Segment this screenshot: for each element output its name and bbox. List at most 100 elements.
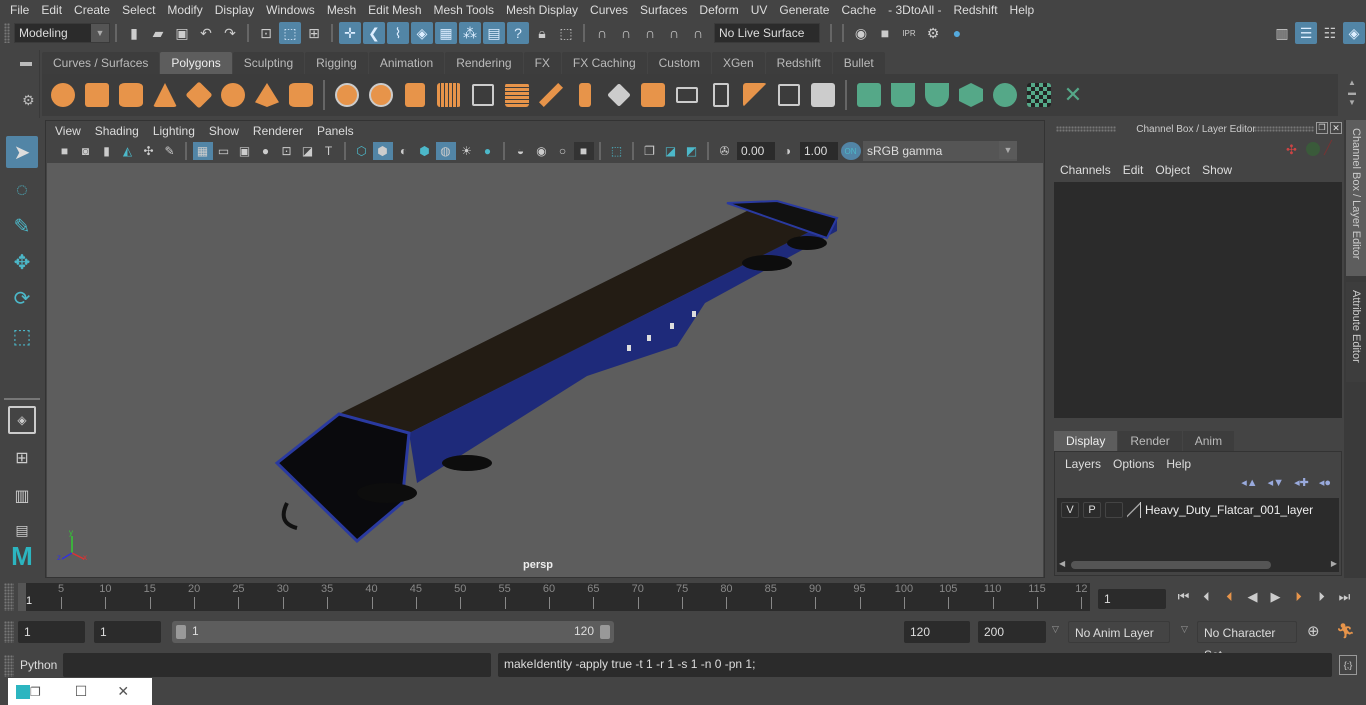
menu-windows[interactable]: Windows — [260, 0, 321, 20]
multisample-aa-icon[interactable]: ○ — [553, 142, 573, 160]
menu-redshift[interactable]: Redshift — [948, 0, 1004, 20]
redo-icon[interactable]: ↷ — [219, 22, 241, 44]
grid-icon[interactable]: ▦ — [192, 142, 213, 160]
current-frame-field[interactable]: 1 — [1098, 589, 1166, 609]
camera-attributes-icon[interactable]: ◙ — [76, 142, 96, 160]
four-view-layout-icon[interactable]: ⊞ — [6, 442, 38, 474]
3d-viewport[interactable]: y x z persp — [47, 163, 1043, 577]
close-icon[interactable]: ✕ — [1330, 122, 1342, 134]
menu-mesh-tools[interactable]: Mesh Tools — [428, 0, 500, 20]
poly-torus-icon[interactable] — [216, 78, 250, 112]
uv-cylindrical-icon[interactable] — [886, 78, 920, 112]
menu-help[interactable]: Help — [1004, 0, 1041, 20]
color-space-dropdown[interactable]: sRGB gamma ▼ — [863, 141, 1017, 161]
gear-icon[interactable]: ⚙ — [22, 92, 35, 109]
character-set-dropdown[interactable]: No Character Set — [1197, 621, 1297, 662]
tool-settings-icon[interactable]: ☷ — [1319, 22, 1341, 44]
menu-generate[interactable]: Generate — [773, 0, 835, 20]
drag-handle[interactable] — [4, 621, 14, 643]
open-scene-icon[interactable]: ▰ — [147, 22, 169, 44]
uv-unfold-icon[interactable] — [988, 78, 1022, 112]
channel-menu-show[interactable]: Show — [1196, 160, 1238, 180]
shelf-tab-bullet[interactable]: Bullet — [832, 52, 885, 74]
rotate-tool-icon[interactable]: ⟳ — [6, 282, 38, 314]
grease-pencil-icon[interactable]: ✎ — [160, 142, 180, 160]
poly-pipe-icon[interactable] — [284, 78, 318, 112]
boolean-icon[interactable] — [466, 78, 500, 112]
scroll-right-icon[interactable]: ▶ — [1331, 559, 1337, 568]
manipulator-toggle-icon[interactable] — [1306, 142, 1320, 156]
speed-icon[interactable]: ╱ — [1324, 140, 1332, 156]
image-plane-icon[interactable]: ◭ — [118, 142, 138, 160]
menu-modify[interactable]: Modify — [161, 0, 208, 20]
2d-pan-zoom-icon[interactable]: ✣ — [139, 142, 159, 160]
menu-mesh[interactable]: Mesh — [321, 0, 362, 20]
shelf-tab-custom[interactable]: Custom — [647, 52, 711, 74]
mirror-icon[interactable] — [398, 78, 432, 112]
depth-of-field-icon[interactable]: ■ — [573, 142, 594, 160]
menu-deform[interactable]: Deform — [693, 0, 744, 20]
persp-outliner-layout-icon[interactable]: ▥ — [6, 480, 38, 512]
target-weld-icon[interactable] — [806, 78, 840, 112]
poly-pyramid-icon[interactable] — [250, 78, 284, 112]
layer-menu-help[interactable]: Help — [1160, 454, 1197, 474]
magnet-curve-icon[interactable]: ∩ — [615, 22, 637, 44]
new-layer-icon[interactable]: ◂✚ — [1294, 476, 1309, 489]
remesh-icon[interactable] — [500, 78, 534, 112]
screen-space-ao-icon[interactable]: ◒ — [511, 142, 531, 160]
menu-cache[interactable]: Cache — [835, 0, 882, 20]
minimized-window[interactable]: ❐ ☐ ✕ — [8, 678, 152, 705]
step-back-frame-icon[interactable]: ⏴ — [1195, 587, 1218, 607]
lock-icon[interactable]: 🔒︎ — [531, 22, 553, 44]
layer-display-type-toggle[interactable] — [1105, 502, 1123, 518]
shelf-scroll-arrows[interactable]: ▲ ▬ ▼ — [1348, 78, 1356, 108]
maximize-icon[interactable]: ☐ — [75, 683, 88, 700]
modeling-toolkit-icon[interactable]: ▥ — [1271, 22, 1293, 44]
drag-handle[interactable] — [1254, 126, 1314, 132]
menu-create[interactable]: Create — [68, 0, 116, 20]
new-scene-icon[interactable]: ▮ — [123, 22, 145, 44]
paint-select-icon[interactable]: ✎ — [6, 210, 38, 242]
step-forward-key-icon[interactable]: ⏵ — [1287, 587, 1310, 607]
shelf-tab-polygons[interactable]: Polygons — [160, 52, 232, 74]
camera-icon[interactable]: ■ — [55, 142, 75, 160]
shelf-menu-icon[interactable] — [20, 62, 32, 66]
offset-edge-loop-icon[interactable] — [704, 78, 738, 112]
single-perspective-layout-icon[interactable]: ◈ — [8, 406, 36, 434]
command-input[interactable] — [63, 653, 491, 677]
menuset-dropdown[interactable]: Modeling ▼ — [14, 23, 110, 43]
time-slider[interactable]: 1 5 10 15 20 25 30 35 40 45 50 55 60 65 70 75 80 85 90 95 1… — [18, 583, 1090, 611]
poly-plane-icon[interactable] — [182, 78, 216, 112]
poly-cone-icon[interactable] — [148, 78, 182, 112]
menu-curves[interactable]: Curves — [584, 0, 634, 20]
safe-title-icon[interactable]: T — [319, 142, 339, 160]
wireframe-on-shaded-icon[interactable]: ⬢ — [415, 142, 435, 160]
shelf-tab-animation[interactable]: Animation — [368, 52, 445, 74]
resolution-gate-icon[interactable]: ▣ — [235, 142, 255, 160]
axis-orientation-icon[interactable]: ✣ — [1286, 142, 1297, 158]
layer-playback-toggle[interactable]: P — [1083, 502, 1101, 518]
channel-box-toggle-icon[interactable]: ◈ — [1343, 22, 1365, 44]
script-editor-icon[interactable]: {;} — [1339, 655, 1357, 675]
motion-blur-icon[interactable]: ◉ — [532, 142, 552, 160]
bridge-icon[interactable] — [636, 78, 670, 112]
playback-start-field[interactable]: 1 — [94, 621, 161, 643]
layer-name[interactable]: Heavy_Duty_Flatcar_001_layer — [1145, 503, 1313, 517]
bookmark-icon[interactable]: ▮ — [97, 142, 117, 160]
exposure-field[interactable]: 0.00 — [737, 142, 775, 160]
scale-tool-icon[interactable]: ⬚ — [6, 320, 38, 352]
viewport-menu-panels[interactable]: Panels — [310, 124, 361, 138]
select-lock-icon[interactable]: ⬚ — [555, 22, 577, 44]
range-end-handle[interactable] — [600, 625, 610, 639]
extrude-icon[interactable] — [568, 78, 602, 112]
uv-planar-icon[interactable] — [852, 78, 886, 112]
undo-icon[interactable]: ↶ — [195, 22, 217, 44]
menu-uv[interactable]: UV — [745, 0, 774, 20]
symmetry-icon[interactable]: ⁂ — [459, 22, 481, 44]
viewport-menu-view[interactable]: View — [48, 124, 88, 138]
poly-cube-icon[interactable] — [80, 78, 114, 112]
snap-grid-icon[interactable]: ✛ — [339, 22, 361, 44]
magnet-surface-icon[interactable]: ∩ — [663, 22, 685, 44]
magnet-point-icon[interactable]: ∩ — [639, 22, 661, 44]
select-object-icon[interactable]: ⬚ — [279, 22, 301, 44]
